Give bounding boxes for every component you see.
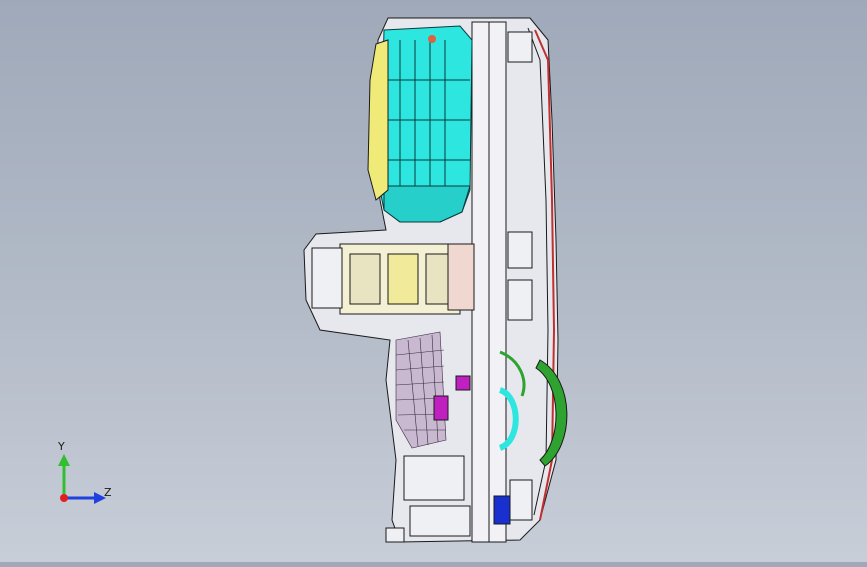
center-console [311, 243, 475, 315]
cyan-housing [379, 25, 473, 223]
y-axis-label: Y [58, 440, 65, 453]
blue-part [493, 495, 511, 525]
grid-panel [395, 331, 447, 449]
cad-viewport[interactable] [0, 0, 867, 562]
red-marker [428, 35, 436, 43]
x-axis-origin [60, 494, 68, 502]
yellow-panel [367, 39, 389, 201]
coordinate-triad: Y Z [44, 436, 124, 516]
z-axis-label: Z [104, 486, 112, 499]
assembly-model[interactable] [0, 0, 867, 562]
y-arrow-head [58, 454, 70, 466]
magenta-part-small [455, 375, 471, 391]
magenta-part [433, 395, 449, 421]
